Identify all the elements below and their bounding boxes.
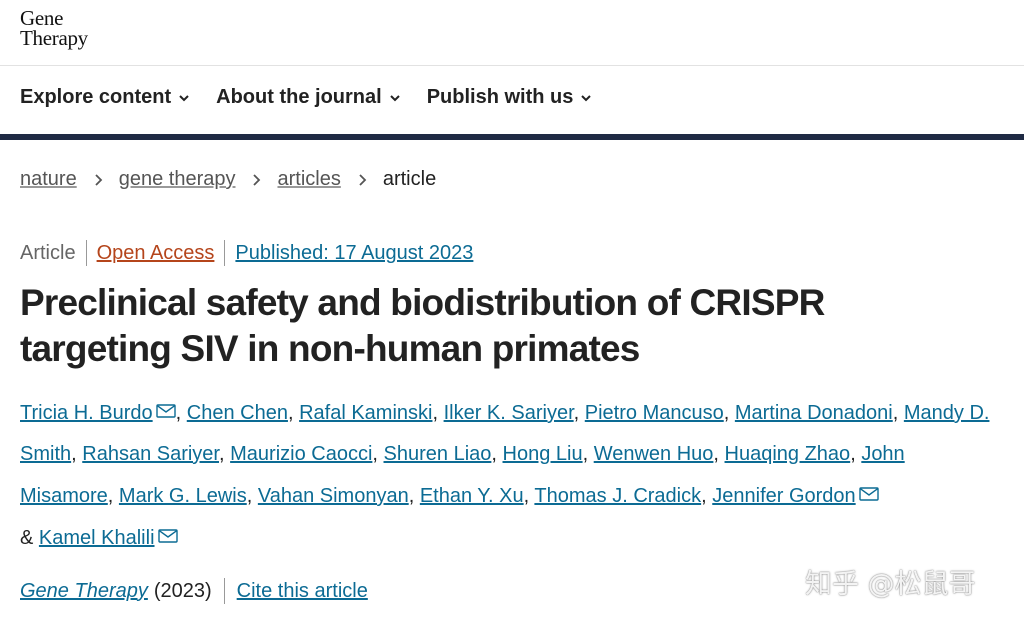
nav-publish-label: Publish with us [426,86,574,108]
author-item: Shuren Liao [384,443,492,465]
author-item: Mark G. Lewis [119,485,247,507]
article-type: Article [20,241,76,264]
chevron-right-icon [95,173,102,186]
breadcrumb-articles[interactable]: articles [277,168,340,191]
journal-link[interactable]: Gene Therapy [20,580,148,603]
watermark: 知乎 @松鼠哥 [805,569,976,600]
author-link[interactable]: Tricia H. Burdo [20,402,153,424]
citation-divider [223,578,225,604]
author-item: Pietro Mancuso [585,402,724,424]
cite-article-link[interactable]: Cite this article [237,580,368,603]
logo-line-1: Gene [20,6,64,30]
email-icon[interactable] [858,475,879,501]
article-title: Preclinical safety and biodistribution o… [20,280,920,372]
author-item: Martina Donadoni [735,402,893,424]
author-link[interactable]: Maurizio Caocci [230,443,372,465]
chevron-down-icon [389,94,400,101]
article-title-line-2: targeting SIV in non-human primates [20,328,640,369]
chevron-down-icon [179,94,189,101]
breadcrumb: nature gene therapy articles article [20,168,436,191]
article-title-line-1: Preclinical safety and biodistribution o… [20,282,825,323]
author-link[interactable]: Jennifer Gordon [712,485,855,507]
author-link[interactable]: Vahan Simonyan [258,485,409,507]
article-meta: Article Open Access Published: 17 August… [20,240,473,266]
published-date-link[interactable]: Published: 17 August 2023 [235,242,473,265]
author-item: Ethan Y. Xu [420,485,524,507]
publication-year: (2023) [153,579,212,602]
author-link[interactable]: Martina Donadoni [735,402,893,424]
author-item: Maurizio Caocci [230,443,372,465]
author-link[interactable]: Kamel Khalili [39,527,155,549]
author-link[interactable]: Rafal Kaminski [299,402,432,424]
author-item: Chen Chen [187,402,288,424]
author-link[interactable]: Rahsan Sariyer [82,443,219,465]
author-item: Tricia H. Burdo [20,402,176,424]
meta-divider [85,240,87,266]
author-link[interactable]: Chen Chen [187,402,288,424]
header-divider [0,65,1024,66]
author-link[interactable]: Mark G. Lewis [119,485,247,507]
nav-publish-with-us[interactable]: Publish with us [427,86,593,109]
nav-about-label: About the journal [216,86,382,108]
breadcrumb-nature[interactable]: nature [20,168,77,191]
author-list: Tricia H. Burdo, Chen Chen, Rafal Kamins… [20,392,1000,559]
author-link[interactable]: Hong Liu [503,443,583,465]
nav-about-journal[interactable]: About the journal [216,86,401,109]
author-link[interactable]: Huaqing Zhao [725,443,851,465]
citation-line: Gene Therapy (2023) Cite this article [20,578,368,604]
main-nav: Explore content About the journal Publis… [20,86,618,109]
email-icon[interactable] [157,517,178,543]
breadcrumb-current: article [382,168,437,190]
author-link[interactable]: Thomas J. Cradick [534,485,701,507]
logo-line-2: Therapy [20,26,88,50]
author-item: Kamel Khalili [39,527,178,549]
author-item: Jennifer Gordon [712,485,879,507]
author-item: Rafal Kaminski [299,402,432,424]
author-link[interactable]: Wenwen Huo [594,443,714,465]
chevron-right-icon [359,173,367,186]
author-item: Vahan Simonyan [258,485,409,507]
nav-explore-label: Explore content [20,86,172,108]
authors-joiner: & [20,527,34,549]
breadcrumb-gene-therapy[interactable]: gene therapy [119,168,236,191]
nav-explore-content[interactable]: Explore content [20,86,190,109]
chevron-down-icon [581,94,592,101]
author-item: Thomas J. Cradick [534,485,701,507]
author-item: Rahsan Sariyer [82,443,219,465]
author-item: Huaqing Zhao [725,443,851,465]
author-item: Wenwen Huo [594,443,714,465]
author-item: Hong Liu [503,443,583,465]
author-link[interactable]: Ilker K. Sariyer [444,402,574,424]
author-link[interactable]: Ethan Y. Xu [420,485,524,507]
email-icon[interactable] [155,392,176,418]
author-link[interactable]: Pietro Mancuso [585,402,724,424]
chevron-right-icon [253,173,261,186]
journal-logo[interactable]: Gene Therapy [20,6,88,50]
author-link[interactable]: Shuren Liao [384,443,492,465]
author-item: Ilker K. Sariyer [444,402,574,424]
open-access-link[interactable]: Open Access [97,242,215,265]
navbar-rule [0,134,1024,140]
meta-divider [224,240,226,266]
